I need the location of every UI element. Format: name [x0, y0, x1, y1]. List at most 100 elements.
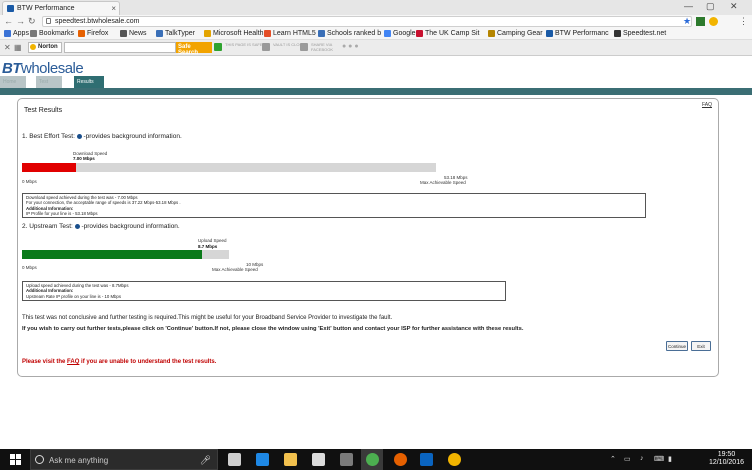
- bookmark-label: Google: [393, 30, 416, 37]
- chrome-icon[interactable]: [366, 453, 379, 466]
- back-icon[interactable]: ←: [4, 16, 13, 26]
- norton-badge-safe[interactable]: THIS PAGE IS SAFE: [214, 42, 264, 53]
- norton-grid-icon[interactable]: ▦: [14, 43, 22, 52]
- bookmark-item[interactable]: BTW Performanc: [546, 30, 609, 37]
- bookmark-item[interactable]: Learn HTML5: [264, 30, 316, 37]
- tray-chevron-icon[interactable]: ⌃: [610, 455, 616, 463]
- bookmark-label: Speedtest.net: [623, 30, 667, 37]
- norton-check-icon: [30, 44, 36, 50]
- bookmark-item[interactable]: The UK Camp Sit: [416, 30, 479, 37]
- battery-icon[interactable]: ▮: [668, 455, 672, 463]
- url-text: speedtest.btwholesale.com: [55, 18, 140, 25]
- download-info-line: IP Profile for your line is - 53.18 Mbps: [26, 210, 98, 216]
- spotify-like-icon[interactable]: [340, 453, 353, 466]
- window-close-icon[interactable]: ✕: [730, 1, 738, 12]
- exit-button[interactable]: Exit: [691, 341, 711, 351]
- firefox-icon[interactable]: [394, 453, 407, 466]
- store-icon[interactable]: [312, 453, 325, 466]
- bt-wholesale-logo[interactable]: BTwholesale: [2, 60, 84, 77]
- bookmarks-bar: Apps Bookmarks Firefox News TalkTyper Microso…: [0, 28, 752, 40]
- faq-link[interactable]: FAQ: [702, 102, 712, 108]
- norton-menu-icon[interactable]: ✕: [4, 43, 11, 52]
- bookmark-item[interactable]: TalkTyper: [156, 30, 195, 37]
- bookmark-item[interactable]: Apps: [4, 30, 29, 37]
- download-speed-value: 7.00 Mbps: [73, 156, 95, 161]
- bookmark-item[interactable]: Camping Gear: [488, 30, 543, 37]
- nav-tab-test[interactable]: Test: [36, 76, 62, 88]
- extension-icon[interactable]: [696, 17, 705, 26]
- bookmark-label: BTW Performanc: [555, 30, 609, 37]
- bookmark-icon: [156, 30, 163, 37]
- clock[interactable]: 19:50 12/10/2016: [709, 451, 744, 467]
- bookmark-label: Firefox: [87, 30, 109, 37]
- bookmark-icon: [384, 30, 391, 37]
- vault-icon: [262, 43, 270, 51]
- browser-tab[interactable]: BTW Performance ×: [2, 1, 120, 15]
- info-icon[interactable]: [74, 223, 80, 229]
- clock-date: 12/10/2016: [708, 459, 744, 466]
- more-icon[interactable]: ● ● ●: [342, 43, 359, 50]
- bookmark-item[interactable]: Schools ranked b: [318, 30, 381, 37]
- windows-start-icon[interactable]: [10, 454, 21, 465]
- cortana-icon: [35, 455, 44, 464]
- download-speed-bar: [22, 163, 436, 172]
- tab-title: BTW Performance: [17, 5, 75, 12]
- task-view-icon[interactable]: [228, 453, 241, 466]
- keyboard-icon[interactable]: ⌨: [654, 455, 664, 463]
- bookmark-icon: [416, 30, 423, 37]
- minimize-icon[interactable]: —: [684, 1, 693, 11]
- download-info-box: Download speed achieved during the test …: [22, 193, 646, 218]
- upload-speed-bar: [22, 250, 229, 259]
- volume-icon[interactable]: ♪: [640, 455, 644, 462]
- bookmark-item[interactable]: Bookmarks: [30, 30, 74, 37]
- inconclusive-message: This test was not conclusive and further…: [22, 315, 393, 321]
- bookmark-item[interactable]: Microsoft Health: [204, 30, 264, 37]
- upload-info-box: Upload speed achieved during the test wa…: [22, 281, 506, 301]
- norton-icon[interactable]: [448, 453, 461, 466]
- bookmark-icon: [614, 30, 621, 37]
- edge-icon[interactable]: [256, 453, 269, 466]
- faq-help-link[interactable]: FAQ: [67, 359, 79, 365]
- bookmark-label: Schools ranked b: [327, 30, 382, 37]
- outlook-icon[interactable]: [420, 453, 433, 466]
- bookmark-icon: [264, 30, 271, 37]
- bookmark-icon: [204, 30, 211, 37]
- bookmark-item[interactable]: News: [120, 30, 147, 37]
- reload-icon[interactable]: ↻: [28, 16, 36, 27]
- facebook-icon: [300, 43, 308, 51]
- bookmark-label: News: [129, 30, 147, 37]
- maximize-icon[interactable]: ▢: [706, 1, 715, 12]
- bookmark-icon: [4, 30, 11, 37]
- bookmark-item[interactable]: Google: [384, 30, 416, 37]
- upload-min-label: 0 Mbps: [22, 265, 37, 270]
- url-input[interactable]: speedtest.btwholesale.com: [42, 16, 692, 27]
- menu-icon[interactable]: ⋮: [739, 16, 748, 27]
- safe-search-button[interactable]: Safe Search: [176, 42, 212, 56]
- bookmark-label: The UK Camp Sit: [425, 30, 480, 37]
- bookmark-icon: [488, 30, 495, 37]
- close-icon[interactable]: ×: [111, 4, 116, 13]
- best-effort-heading: 1. Best Effort Test: -provides backgroun…: [22, 133, 182, 140]
- page-info-icon[interactable]: [46, 18, 51, 24]
- upload-info-line: Upstream Rate IP profile on your line is…: [26, 293, 121, 299]
- network-icon[interactable]: ▭: [624, 455, 631, 463]
- forward-icon[interactable]: →: [16, 16, 25, 26]
- info-icon[interactable]: [76, 133, 82, 139]
- cortana-search-input[interactable]: Ask me anything 🎤︎: [30, 449, 218, 470]
- bookmark-icon: [546, 30, 553, 37]
- norton-search-input[interactable]: [64, 42, 176, 53]
- microphone-icon[interactable]: 🎤︎: [200, 455, 211, 466]
- bookmark-item[interactable]: Firefox: [78, 30, 108, 37]
- nav-tab-results[interactable]: Results: [74, 76, 104, 88]
- bookmark-item[interactable]: Speedtest.net: [614, 30, 666, 37]
- browser-tab-strip: BTW Performance × — ▢ ✕: [0, 0, 752, 15]
- star-icon[interactable]: ★: [683, 16, 691, 27]
- norton-extension-icon[interactable]: [709, 17, 718, 26]
- download-speed-fill: [22, 163, 77, 172]
- bookmark-label: Apps: [13, 30, 29, 37]
- header-divider-bar: [0, 88, 752, 95]
- continue-button[interactable]: Continue: [666, 341, 688, 351]
- nav-tab-home[interactable]: Home: [0, 76, 26, 88]
- instructions-message: If you wish to carry out further tests,p…: [22, 326, 524, 332]
- file-explorer-icon[interactable]: [284, 453, 297, 466]
